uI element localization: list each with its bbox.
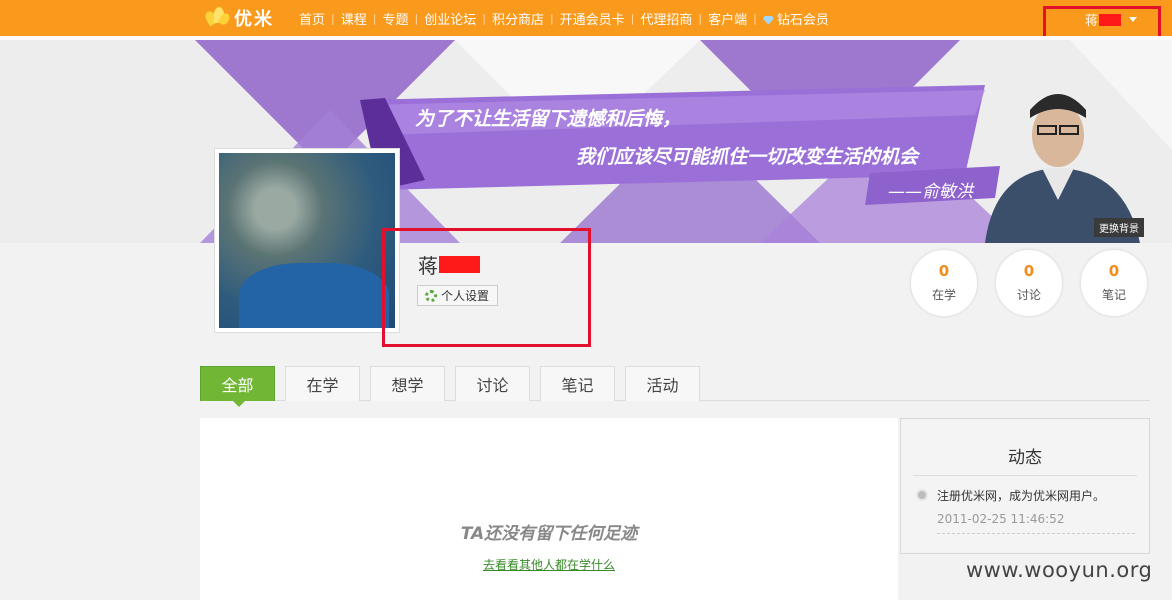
youmi-logo[interactable]: 优米 bbox=[203, 4, 274, 32]
nav-courses[interactable]: 课程 bbox=[335, 9, 373, 28]
stat-notes-value: 0 bbox=[1108, 262, 1120, 280]
tab-activities[interactable]: 活动 bbox=[625, 366, 700, 401]
top-nav-bar: 优米 首页 | 课程 | 专题 | 创业论坛 | 积分商店 | 开通会员卡 | 代理招商 | … bbox=[0, 0, 1172, 36]
leaf-logo-icon bbox=[203, 5, 232, 31]
activity-item-text: 注册优米网，成为优米网用户。 bbox=[937, 489, 1106, 503]
tab-learning[interactable]: 在学 bbox=[285, 366, 360, 401]
nav-diamond-vip[interactable]: 钻石会员 bbox=[757, 9, 835, 28]
updates-sidebar: 动态 注册优米网，成为优米网用户。 2011-02-25 11:46:52 bbox=[900, 418, 1150, 554]
nav-forum[interactable]: 创业论坛 bbox=[418, 9, 482, 28]
stat-notes-label: 笔记 bbox=[1101, 288, 1126, 302]
nav-topics[interactable]: 专题 bbox=[376, 9, 414, 28]
sidebar-title: 动态 bbox=[1008, 448, 1042, 468]
nav-home[interactable]: 首页 bbox=[293, 9, 331, 28]
profile-tabs: 全部 在学 想学 讨论 笔记 活动 bbox=[200, 366, 710, 407]
tab-all[interactable]: 全部 bbox=[200, 366, 275, 407]
activity-divider bbox=[937, 533, 1135, 534]
nav-member-card[interactable]: 开通会员卡 bbox=[554, 9, 631, 28]
banner-quote-author: ——俞敏洪 bbox=[888, 182, 973, 202]
nav-points-store[interactable]: 积分商店 bbox=[486, 9, 550, 28]
stat-learning-value: 0 bbox=[938, 262, 950, 280]
stat-discussions-label: 讨论 bbox=[1016, 288, 1041, 302]
stat-learning[interactable]: 0 在学 bbox=[910, 249, 978, 317]
empty-state-title: TA还没有留下任何足迹 bbox=[460, 524, 638, 544]
avatar[interactable] bbox=[214, 148, 400, 333]
tab-notes[interactable]: 笔记 bbox=[540, 366, 615, 401]
tab-discussions[interactable]: 讨论 bbox=[455, 366, 530, 401]
diamond-icon bbox=[762, 15, 774, 25]
stat-discussions[interactable]: 0 讨论 bbox=[995, 249, 1063, 317]
stat-learning-label: 在学 bbox=[931, 288, 956, 302]
banner-quote-line2: 我们应该尽可能抓住一切改变生活的机会 bbox=[576, 146, 919, 168]
banner-quote-line1: 为了不让生活留下遗憾和后悔， bbox=[415, 108, 682, 130]
highlight-box-profile bbox=[382, 228, 591, 347]
bullet-icon bbox=[916, 489, 928, 501]
profile-banner: 为了不让生活留下遗憾和后悔， 我们应该尽可能抓住一切改变生活的机会 ——俞敏洪 bbox=[0, 40, 1172, 243]
activity-item-time: 2011-02-25 11:46:52 bbox=[937, 512, 1065, 526]
change-background-button[interactable]: 更换背景 bbox=[1094, 218, 1144, 237]
nav-client[interactable]: 客户端 bbox=[702, 9, 753, 28]
watermark: www.wooyun.org bbox=[966, 558, 1153, 582]
main-nav: 首页 | 课程 | 专题 | 创业论坛 | 积分商店 | 开通会员卡 | 代理招商 | 客户端… bbox=[293, 0, 835, 36]
logo-text: 优米 bbox=[234, 9, 274, 30]
stat-notes[interactable]: 0 笔记 bbox=[1080, 249, 1148, 317]
sidebar-divider bbox=[913, 475, 1137, 476]
activity-feed: TA还没有留下任何足迹 去看看其他人都在学什么 bbox=[200, 418, 898, 600]
nav-agency[interactable]: 代理招商 bbox=[634, 9, 698, 28]
tab-want-to-learn[interactable]: 想学 bbox=[370, 366, 445, 401]
stat-discussions-value: 0 bbox=[1023, 262, 1035, 280]
avatar-photo bbox=[219, 153, 395, 328]
nav-diamond-vip-label: 钻石会员 bbox=[776, 12, 829, 28]
browse-others-link[interactable]: 去看看其他人都在学什么 bbox=[200, 556, 898, 573]
